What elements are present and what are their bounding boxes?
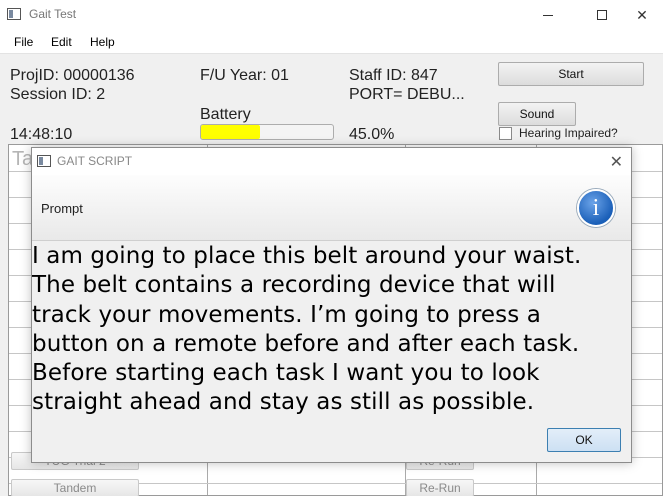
battery-label: Battery (200, 106, 251, 123)
close-button[interactable]: ✕ (619, 0, 663, 30)
sound-button[interactable]: Sound (498, 102, 576, 126)
battery-progress-bar (200, 124, 334, 140)
message-line: track your movements. I’m going to press… (32, 301, 541, 328)
message-line: straight ahead and stay as still as poss… (32, 389, 535, 416)
task-button-tandem[interactable]: Tandem (11, 479, 139, 496)
dialog-close-icon[interactable]: ✕ (610, 152, 623, 172)
dialog-app-icon (37, 155, 51, 167)
minimize-button[interactable] (525, 0, 571, 30)
hearing-impaired-checkbox[interactable] (499, 127, 512, 140)
clock-time: 14:48:10 (10, 126, 73, 143)
dialog-message: I am going to place this belt around you… (32, 242, 631, 418)
menu-file[interactable]: File (14, 35, 33, 49)
proj-id: ProjID: 00000136 (10, 67, 135, 84)
minimize-icon (543, 14, 553, 16)
menu-edit[interactable]: Edit (51, 35, 72, 49)
window-title: Gait Test (29, 7, 77, 21)
session-id: Session ID: 2 (10, 86, 106, 103)
app-icon (7, 8, 21, 20)
dialog-title: GAIT SCRIPT (57, 154, 133, 168)
close-icon: ✕ (636, 6, 648, 23)
rerun-button[interactable]: Re-Run (406, 479, 474, 496)
message-line: I am going to place this belt around you… (32, 243, 582, 269)
message-line: The belt contains a recording device tha… (32, 272, 556, 299)
dialog-header: Prompt i (32, 175, 631, 241)
ok-button[interactable]: OK (547, 428, 621, 452)
maximize-icon (597, 10, 607, 20)
menu-bar: File Edit Help (0, 30, 663, 54)
window-titlebar: Gait Test ✕ (0, 0, 663, 30)
staff-id: Staff ID: 847 (349, 67, 438, 84)
message-line: button on a remote before and after each… (32, 330, 580, 357)
battery-percent: 45.0% (349, 126, 395, 143)
prompt-label: Prompt (41, 201, 83, 216)
fu-year: F/U Year: 01 (200, 67, 289, 84)
gait-script-dialog: GAIT SCRIPT ✕ Prompt i I am going to pla… (31, 147, 632, 463)
battery-fill (201, 125, 261, 139)
info-icon: i (577, 189, 615, 227)
task-table-header: Ta (12, 148, 34, 170)
start-button[interactable]: Start (498, 62, 644, 86)
dialog-titlebar: GAIT SCRIPT ✕ (32, 148, 631, 175)
message-line: Before starting each task I want you to … (32, 360, 540, 387)
port-label: PORT= DEBU... (349, 86, 465, 103)
info-icon-glyph: i (592, 194, 600, 221)
hearing-impaired-label: Hearing Impaired? (519, 126, 618, 140)
menu-help[interactable]: Help (90, 35, 115, 49)
